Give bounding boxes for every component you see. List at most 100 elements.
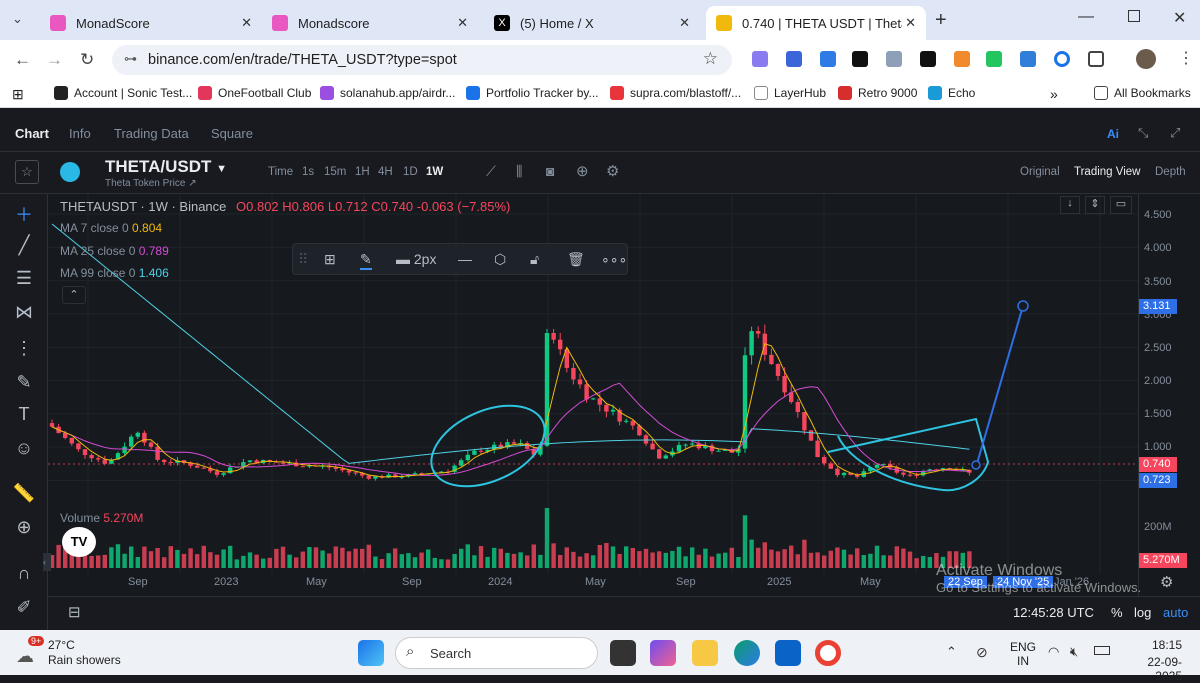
interval-15m[interactable]: 15m [324,166,346,178]
zoom-in-icon[interactable]: ⊕ [12,517,36,541]
battery-icon[interactable] [1094,646,1110,655]
popout-icon[interactable]: ⤢ [1170,125,1180,141]
taskbar-search-box[interactable]: ⌕ Search [395,637,598,669]
ruler-icon[interactable]: 📏 [12,483,36,507]
auto-toggle[interactable]: auto [1163,605,1188,620]
interval-1h[interactable]: 1H [355,166,370,178]
tray-app-icon[interactable]: ⊘ [976,644,988,661]
volume-muted-icon[interactable]: 🔇︎ [1070,644,1078,660]
hexagon-settings-icon[interactable]: ⬡ [494,251,506,268]
apps-grid-icon[interactable]: ⊞ [12,86,24,103]
interval-1d[interactable]: 1D [403,166,418,178]
close-tab-icon[interactable]: ✕ [457,15,468,31]
minimize-button[interactable]: — [1078,8,1094,26]
add-icon[interactable]: ⊕ [576,162,589,180]
extensions-puzzle-icon[interactable] [1088,51,1104,67]
brush-icon[interactable]: ✎ [12,372,36,396]
bookmark-item[interactable]: Echo [928,86,975,100]
bookmark-item[interactable]: OneFootball Club [198,86,311,100]
browser-tab-4-active[interactable]: 0.740 | THETA USDT | Theta Tok ✕ [706,6,926,40]
fullscreen-icon[interactable]: ▭ [1110,196,1132,214]
emoji-icon[interactable]: ☺ [12,438,36,462]
chart-settings-gear-icon[interactable]: ⚙ [1160,573,1173,591]
close-tab-icon[interactable]: ✕ [241,15,252,31]
extension-icon[interactable] [920,51,936,67]
all-bookmarks-button[interactable]: All Bookmarks [1094,86,1191,100]
drawn-breakout-arrow[interactable] [975,305,1024,468]
menu-kebab-icon[interactable]: ⋮ [1178,48,1194,68]
collapse-arrows-icon[interactable]: ⇕ [1085,196,1105,214]
text-tool-icon[interactable]: T [12,404,36,428]
more-options-icon[interactable]: ∘∘∘ [601,251,627,268]
tab-info[interactable]: Info [69,126,91,141]
back-icon[interactable]: ← [14,50,31,70]
scroll-down-icon[interactable]: ↓ [1060,196,1080,214]
drag-handle-icon[interactable]: ⠿ [298,251,308,268]
new-tab-button[interactable]: + [935,9,947,32]
camera-icon[interactable]: ◙ [546,163,554,179]
forward-icon[interactable]: → [46,50,63,70]
trend-line-icon[interactable]: ╱ [12,235,36,259]
browser-tab-2[interactable]: Monadscore ✕ [262,6,478,40]
pattern-icon[interactable]: ⋈ [12,302,36,326]
bookmark-item[interactable]: supra.com/blastoff/... [610,86,741,100]
scroll-left-handle[interactable]: ‹ [43,553,51,571]
site-info-icon[interactable]: ⊶ [124,51,137,67]
edge-icon[interactable] [734,640,760,666]
wifi-icon[interactable]: ◠ [1048,644,1059,660]
metamask-icon[interactable] [954,51,970,67]
browser-tab-3[interactable]: X (5) Home / X ✕ [484,6,700,40]
log-toggle[interactable]: log [1134,605,1151,620]
browser-tab-1[interactable]: MonadScore ✕ [40,6,262,40]
tab-trading-data[interactable]: Trading Data [114,126,189,141]
interval-1s[interactable]: 1s [302,166,314,178]
unlock-icon[interactable]: 🔓︎ [530,251,539,268]
close-tab-icon[interactable]: ✕ [905,15,916,31]
tab-square[interactable]: Square [211,126,253,141]
drawn-cup-shape[interactable] [827,417,990,492]
reload-icon[interactable]: ↻ [80,50,94,70]
price-axis[interactable] [1138,194,1200,596]
language-indicator[interactable]: ENG IN [1010,640,1036,668]
pencil-color-icon[interactable]: ✎ [360,251,372,270]
ai-icon[interactable]: Ai [1107,127,1119,141]
url-bar[interactable]: ⊶ binance.com/en/trade/THETA_USDT?type=s… [112,45,732,75]
tray-overflow-icon[interactable]: ⌃ [946,644,957,660]
extension-icon[interactable] [852,51,868,67]
horizontal-lines-icon[interactable]: ☰ [12,268,36,292]
task-view-icon[interactable] [610,640,636,666]
more-bookmarks-icon[interactable]: » [1050,86,1058,102]
interval-1w[interactable]: 1W [426,166,443,178]
arrow-start-handle[interactable] [971,460,981,470]
drawn-ellipse-2023[interactable] [419,390,557,503]
utc-clock[interactable]: 12:45:28 UTC [1013,605,1094,620]
view-depth[interactable]: Depth [1155,166,1186,178]
tab-chart[interactable]: Chart [15,126,49,141]
add-template-icon[interactable]: ⊞ [324,251,336,268]
arrow-end-handle[interactable] [1017,300,1029,312]
collapse-legend-button[interactable]: ⌃ [62,286,86,304]
extension-icon[interactable] [752,51,768,67]
close-window-button[interactable]: ✕ [1173,8,1186,28]
interval-4h[interactable]: 4H [378,166,393,178]
bookmark-star-icon[interactable]: ☆ [703,49,718,69]
view-original[interactable]: Original [1020,166,1060,178]
extension-icon[interactable] [1020,51,1036,67]
chrome-icon[interactable] [815,640,841,666]
start-windows-icon[interactable] [358,640,384,666]
magnet-icon[interactable]: ∩ [12,563,36,587]
close-tab-icon[interactable]: ✕ [679,15,690,31]
chart-type-icon[interactable]: ⫼ [516,163,522,180]
file-explorer-icon[interactable] [692,640,718,666]
settings-gear-icon[interactable]: ⚙ [606,162,619,180]
draw-lock-icon[interactable]: ✐ [12,597,36,621]
maximize-button[interactable] [1128,10,1140,22]
token-name-link[interactable]: Theta Token Price ↗ [105,178,197,189]
outlook-icon[interactable] [775,640,801,666]
indicators-icon[interactable]: ⟋ [486,163,496,180]
extension-icon[interactable] [820,51,836,67]
bookmark-item[interactable]: solanahub.app/airdr... [320,86,455,100]
view-trading-view[interactable]: Trading View [1074,166,1140,178]
profile-avatar[interactable] [1136,49,1156,69]
fib-icon[interactable]: ⋮ [12,338,36,362]
